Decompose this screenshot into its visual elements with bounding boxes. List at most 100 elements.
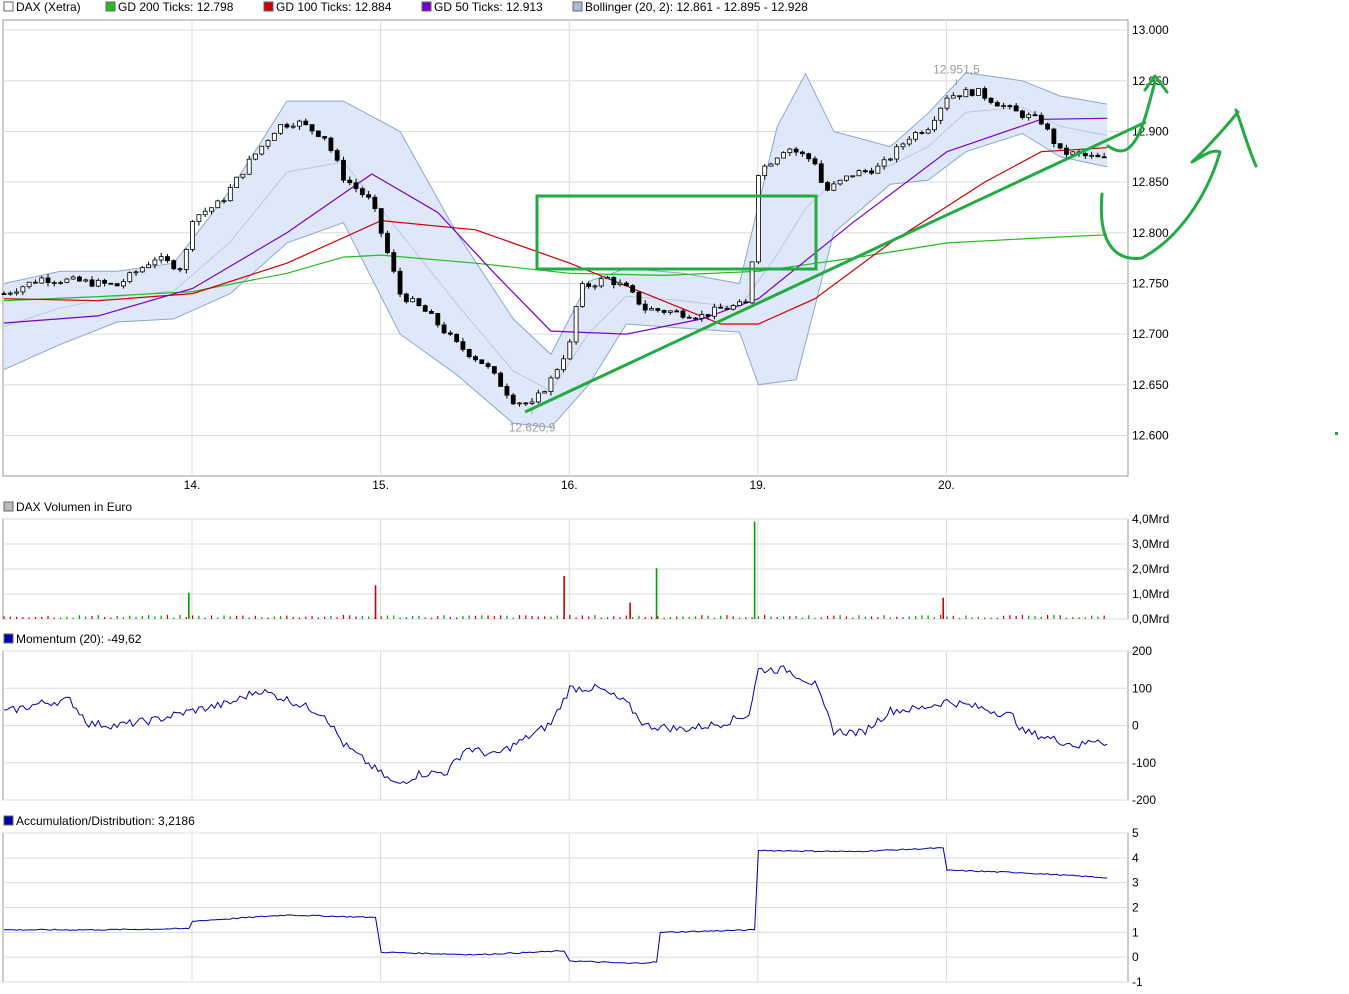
candle-up: [20, 286, 26, 293]
candle-down: [869, 170, 874, 174]
candle-down: [825, 182, 830, 191]
candle-down: [969, 89, 975, 96]
price-legend: DAX (Xetra) GD 200 Ticks: 12.798 GD 100 Ti…: [3, 0, 808, 14]
price-legend-item-swatch: [3, 1, 14, 12]
candle-down: [347, 179, 353, 184]
candle-down: [341, 159, 346, 181]
candle-up: [950, 95, 956, 99]
candle-down: [102, 279, 107, 284]
candle-down: [429, 310, 434, 314]
candle-down: [718, 306, 724, 309]
candle-up: [152, 259, 158, 266]
candle-up: [51, 282, 57, 284]
candle-up: [265, 140, 271, 147]
candle-down: [919, 132, 925, 134]
candle-up: [963, 89, 969, 98]
volume-legend-swatch: [3, 501, 14, 512]
candle-up: [762, 165, 768, 176]
candle-up: [227, 187, 233, 202]
candle-down: [623, 282, 629, 286]
candle-down: [460, 341, 466, 350]
candle-down: [45, 277, 51, 283]
candle-up: [146, 264, 151, 269]
volume-ytick-label: 2,0Mrd: [1132, 562, 1169, 576]
candle-up: [787, 148, 793, 154]
candle-down: [680, 310, 686, 318]
candle-down: [479, 359, 485, 365]
candle-up: [925, 129, 931, 134]
candle-down: [454, 333, 460, 342]
candle-up: [617, 282, 623, 286]
candle-up: [844, 175, 849, 181]
candle-up: [183, 249, 189, 270]
candle-up: [906, 138, 912, 145]
candle-up: [209, 207, 214, 212]
candle-down: [473, 356, 478, 361]
candle-up: [554, 369, 560, 379]
candle-down: [498, 372, 504, 387]
candle-down: [636, 291, 642, 305]
candle-down: [818, 163, 824, 183]
candle-down: [510, 394, 516, 405]
ad-legend-swatch: [3, 815, 14, 826]
candle-down: [165, 256, 170, 262]
candle-up: [579, 283, 585, 307]
candle-up: [64, 278, 70, 283]
candle-down: [674, 310, 680, 313]
candle-down: [108, 282, 114, 285]
candle-up: [83, 279, 89, 282]
candle-up: [1001, 105, 1006, 108]
candle-down: [359, 188, 365, 196]
candle-up: [699, 314, 705, 319]
volume-ytick-label: 4,0Mrd: [1132, 512, 1169, 526]
price-panel: 13.00012.95012.90012.85012.80012.75012.7…: [1, 19, 1169, 492]
candle-down: [1038, 114, 1044, 125]
candle-up: [297, 120, 302, 127]
candle-down: [1064, 147, 1069, 155]
volume-panel: DAX Volumen in Euro 4,0Mrd 3,0Mrd 2,0Mrd 1,0…: [2, 500, 1169, 626]
candle-up: [190, 221, 196, 250]
ad-legend-label: Accumulation/Distribution: 3,2186: [16, 814, 195, 828]
ad-ytick-label: 5: [1132, 826, 1139, 840]
candle-down: [328, 137, 334, 151]
price-ytick-label: 12.700: [1132, 327, 1169, 341]
candle-up: [774, 157, 780, 165]
candle-up: [730, 305, 736, 310]
candle-up: [58, 282, 63, 284]
annotation-low: 12.620,9: [509, 420, 556, 434]
candle-up: [850, 175, 856, 178]
candle-up: [133, 271, 139, 274]
candle-down: [77, 276, 82, 282]
candle-up: [39, 277, 45, 284]
candle-down: [523, 402, 529, 405]
price-ytick-label: 13.000: [1132, 23, 1169, 37]
candle-up: [649, 308, 654, 311]
candle-down: [1045, 123, 1050, 130]
momentum-ytick-label: 100: [1132, 681, 1152, 695]
candle-down: [378, 208, 384, 234]
candle-down: [403, 293, 409, 303]
price-legend-item-swatch: [572, 1, 583, 12]
candle-up: [573, 306, 579, 343]
candle-down: [630, 285, 636, 293]
price-legend-item-label: GD 200 Ticks: 12.798: [118, 0, 234, 14]
candle-up: [592, 285, 598, 288]
candle-up: [259, 145, 265, 155]
volume-legend-label: DAX Volumen in Euro: [16, 500, 132, 514]
candle-up: [70, 276, 76, 280]
candle-up: [944, 97, 950, 109]
price-legend-item-swatch: [263, 1, 274, 12]
candle-down: [1095, 154, 1101, 158]
candle-down: [33, 281, 38, 284]
ad-ytick-label: 4: [1132, 851, 1139, 865]
price-xtick-label: 14.: [184, 478, 201, 492]
candle-up: [737, 301, 742, 306]
candle-down: [114, 283, 120, 287]
candle-down: [416, 298, 422, 307]
candle-down: [957, 95, 962, 98]
candle-down: [642, 303, 648, 311]
dax-chart: DAX (Xetra) GD 200 Ticks: 12.798 GD 100 Ti…: [1, 0, 1338, 989]
candle-up: [7, 292, 13, 295]
candle-down: [693, 317, 698, 320]
candle-up: [875, 165, 881, 174]
